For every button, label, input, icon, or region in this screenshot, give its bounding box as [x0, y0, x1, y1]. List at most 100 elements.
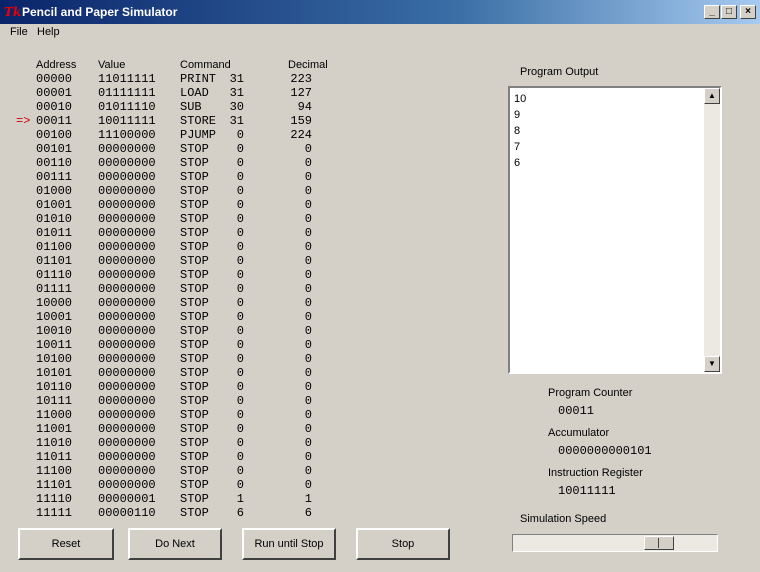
- value-cell: 00000000: [98, 408, 156, 422]
- simulation-speed-slider[interactable]: [512, 534, 718, 552]
- command-cell: STORE: [180, 114, 217, 128]
- address-cell: 10010: [36, 324, 73, 338]
- decimal-cell: 0: [304, 450, 312, 464]
- argument-cell: 1: [236, 492, 244, 506]
- table-row: 01111 00000000 STOP 0 0: [0, 282, 340, 296]
- table-row: 00001 01111111 LOAD 31 127: [0, 86, 340, 100]
- value-cell: 00000000: [98, 436, 156, 450]
- decimal-cell: 0: [304, 268, 312, 282]
- table-row: 00010 01011110 SUB 30 94: [0, 100, 340, 114]
- table-row: 10000 00000000 STOP 0 0: [0, 296, 340, 310]
- argument-cell: 0: [236, 156, 244, 170]
- decimal-cell: 0: [304, 310, 312, 324]
- table-row: 00100 11100000 PJUMP 0 224: [0, 128, 340, 142]
- table-row: 01001 00000000 STOP 0 0: [0, 198, 340, 212]
- output-line: 8: [514, 125, 521, 137]
- stop-button[interactable]: Stop: [356, 528, 450, 560]
- value-cell: 00000000: [98, 240, 156, 254]
- program-counter-label: Program Counter: [548, 387, 633, 399]
- address-cell: 00100: [36, 128, 73, 142]
- output-line: 6: [514, 157, 521, 169]
- argument-cell: 0: [236, 450, 244, 464]
- address-cell: 00111: [36, 170, 73, 184]
- argument-cell: 0: [236, 338, 244, 352]
- close-button[interactable]: ×: [740, 5, 756, 19]
- instruction-register-label: Instruction Register: [548, 467, 643, 479]
- value-cell: 00000000: [98, 422, 156, 436]
- decimal-cell: 0: [304, 436, 312, 450]
- maximize-button[interactable]: □: [721, 5, 737, 19]
- value-cell: 01111111: [98, 86, 156, 100]
- program-counter-value: 00011: [558, 404, 595, 418]
- argument-cell: 0: [236, 240, 244, 254]
- decimal-cell: 0: [304, 198, 312, 212]
- value-cell: 00000000: [98, 226, 156, 240]
- scroll-down-icon[interactable]: ▼: [704, 356, 720, 372]
- tk-icon: Tk: [4, 5, 22, 19]
- reset-button[interactable]: Reset: [18, 528, 114, 560]
- table-row: 10101 00000000 STOP 0 0: [0, 366, 340, 380]
- argument-cell: 30: [229, 100, 244, 114]
- decimal-cell: 94: [297, 100, 312, 114]
- address-cell: 10111: [36, 394, 73, 408]
- command-cell: STOP: [180, 296, 209, 310]
- table-row: 11001 00000000 STOP 0 0: [0, 422, 340, 436]
- do-next-button[interactable]: Do Next: [128, 528, 222, 560]
- command-cell: STOP: [180, 394, 209, 408]
- header-decimal: Decimal: [288, 59, 328, 71]
- address-cell: 01100: [36, 240, 73, 254]
- table-row: 11100 00000000 STOP 0 0: [0, 464, 340, 478]
- menu-bar: File Help: [0, 24, 760, 42]
- value-cell: 00000000: [98, 324, 156, 338]
- address-cell: 10000: [36, 296, 73, 310]
- value-cell: 00000001: [98, 492, 156, 506]
- decimal-cell: 0: [304, 156, 312, 170]
- command-cell: STOP: [180, 226, 209, 240]
- decimal-cell: 0: [304, 352, 312, 366]
- decimal-cell: 0: [304, 380, 312, 394]
- command-cell: STOP: [180, 254, 209, 268]
- table-row: 10010 00000000 STOP 0 0: [0, 324, 340, 338]
- slider-thumb[interactable]: [644, 536, 674, 550]
- address-cell: 10001: [36, 310, 73, 324]
- value-cell: 00000000: [98, 212, 156, 226]
- value-cell: 00000110: [98, 506, 156, 520]
- address-cell: 11010: [36, 436, 73, 450]
- table-row: 01000 00000000 STOP 0 0: [0, 184, 340, 198]
- minimize-button[interactable]: _: [704, 5, 720, 19]
- command-cell: STOP: [180, 156, 209, 170]
- command-cell: STOP: [180, 352, 209, 366]
- scroll-up-icon[interactable]: ▲: [704, 88, 720, 104]
- simulation-speed-label: Simulation Speed: [520, 513, 607, 525]
- address-cell: 10101: [36, 366, 73, 380]
- value-cell: 00000000: [98, 198, 156, 212]
- command-cell: PJUMP: [180, 128, 217, 142]
- value-cell: 00000000: [98, 310, 156, 324]
- address-cell: 11001: [36, 422, 73, 436]
- address-cell: 01010: [36, 212, 73, 226]
- value-cell: 00000000: [98, 296, 156, 310]
- output-scrollbar[interactable]: ▲ ▼: [704, 88, 720, 372]
- menu-help[interactable]: Help: [37, 26, 60, 38]
- table-row: 11110 00000001 STOP 1 1: [0, 492, 340, 506]
- menu-file[interactable]: File: [10, 26, 28, 38]
- value-cell: 00000000: [98, 156, 156, 170]
- value-cell: 01011110: [98, 100, 156, 114]
- value-cell: 00000000: [98, 184, 156, 198]
- argument-cell: 0: [236, 310, 244, 324]
- address-cell: 10100: [36, 352, 73, 366]
- command-cell: STOP: [180, 492, 209, 506]
- decimal-cell: 159: [290, 114, 312, 128]
- value-cell: 10011111: [98, 114, 156, 128]
- argument-cell: 0: [236, 380, 244, 394]
- argument-cell: 0: [236, 436, 244, 450]
- argument-cell: 0: [236, 128, 244, 142]
- decimal-cell: 0: [304, 254, 312, 268]
- argument-cell: 0: [236, 198, 244, 212]
- argument-cell: 0: [236, 366, 244, 380]
- run-until-stop-button[interactable]: Run until Stop: [242, 528, 336, 560]
- address-cell: 00011: [36, 114, 73, 128]
- program-output-label: Program Output: [520, 66, 599, 78]
- value-cell: 00000000: [98, 254, 156, 268]
- table-row: 11010 00000000 STOP 0 0: [0, 436, 340, 450]
